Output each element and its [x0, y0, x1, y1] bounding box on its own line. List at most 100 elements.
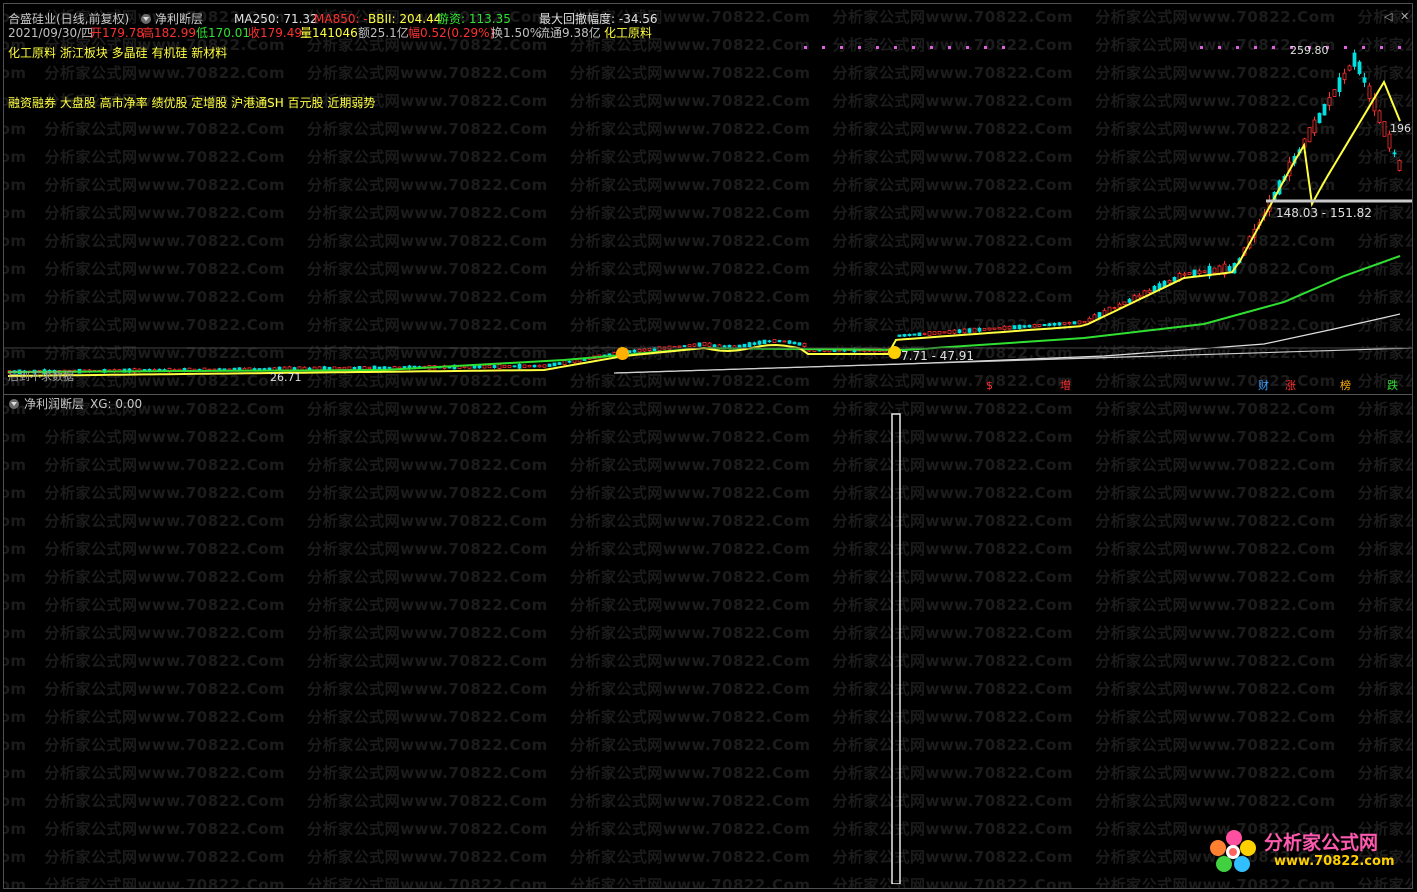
candle-body	[1047, 323, 1052, 326]
candle-body	[1337, 77, 1342, 93]
pane-divider[interactable]	[4, 394, 1412, 395]
candle-body	[932, 331, 937, 335]
candle-body	[1082, 320, 1087, 324]
smiley-marker-icon	[616, 347, 629, 360]
top-marker-dot	[1272, 46, 1275, 49]
candle-body	[997, 327, 1002, 330]
event-marker-zeng[interactable]: 增	[1060, 380, 1071, 392]
top-marker-dot	[1398, 46, 1401, 49]
event-marker-dollar[interactable]: $	[986, 380, 993, 392]
candle-body	[327, 366, 332, 370]
candle-body	[257, 368, 262, 371]
candle-body	[1002, 325, 1007, 331]
candle-body	[642, 348, 647, 352]
quote-turnover: 换1.50%	[491, 26, 542, 40]
quote-close: 收179.49	[248, 26, 302, 40]
candle-body	[1057, 322, 1062, 326]
top-marker-dot	[912, 46, 915, 49]
candle-body	[947, 330, 952, 334]
candle-body	[1117, 303, 1122, 308]
candle-body	[1167, 280, 1172, 284]
candle-body	[977, 327, 982, 332]
candle-body	[1197, 270, 1202, 275]
candle-body	[777, 339, 782, 343]
candle-body	[1122, 301, 1127, 306]
top-marker-dot	[804, 46, 807, 49]
event-marker-cai[interactable]: 财	[1258, 380, 1269, 392]
candle-body	[937, 331, 942, 335]
candle-body	[527, 365, 532, 368]
max-drawdown: 最大回撤幅度: -34.56	[539, 12, 658, 26]
top-marker-dot	[1200, 46, 1203, 49]
candle-body	[387, 366, 392, 369]
candle-body	[1017, 324, 1022, 329]
quote-float: 流通9.38亿	[538, 26, 601, 40]
candle-body	[737, 344, 742, 348]
candle-body	[1027, 324, 1032, 328]
candle-body	[562, 360, 567, 366]
candle-body	[762, 339, 767, 345]
bbii-value: BBII: 204.44	[368, 12, 442, 26]
close-icon[interactable]: ✕	[1400, 10, 1409, 23]
event-marker-zhang[interactable]: 涨	[1285, 380, 1296, 392]
top-marker-dot	[876, 46, 879, 49]
candle-body	[792, 341, 797, 345]
candle-body	[897, 334, 902, 337]
candle-body	[982, 328, 987, 331]
top-marker-dot	[1236, 46, 1239, 49]
candle-body	[1192, 269, 1197, 277]
candle-body	[687, 344, 692, 347]
quote-sector: 化工原料	[604, 26, 653, 40]
candle-body	[742, 343, 747, 348]
price-chart[interactable]	[4, 4, 1412, 394]
quote-volume: 量141046	[300, 26, 358, 40]
top-marker-dot	[1362, 46, 1365, 49]
candle-body	[1352, 52, 1357, 67]
candle-body	[637, 348, 642, 353]
youzi-value: 游资: 113.35	[437, 12, 511, 26]
candle-body	[682, 345, 687, 348]
event-marker-die[interactable]: 跌	[1387, 380, 1398, 392]
indicator-name[interactable]: 净利断层	[155, 12, 203, 26]
candle-body	[797, 342, 802, 346]
candle-body	[1032, 324, 1037, 328]
candle-body	[1007, 325, 1012, 330]
candle-body	[547, 363, 552, 367]
candle-body	[492, 365, 497, 369]
logo-url: www.70822.com	[1274, 854, 1395, 869]
candle-body	[487, 365, 492, 369]
candle-body	[1182, 273, 1187, 276]
candle-body	[1322, 103, 1327, 116]
quote-change: 幅0.52(0.29%)	[408, 26, 495, 40]
xg-signal-chart[interactable]	[4, 404, 1412, 884]
candle-body	[752, 342, 757, 345]
candle-body	[692, 343, 697, 347]
collapse-icon[interactable]: ◁	[1384, 10, 1392, 23]
candle-body	[992, 327, 997, 330]
candle-body	[522, 364, 527, 368]
indicator-dropdown-icon[interactable]	[141, 14, 151, 24]
chart-window: .com分析家公式网www.70822.Com分析家公式网www.70822.C…	[3, 3, 1413, 889]
event-marker-bang[interactable]: 榜	[1340, 380, 1351, 392]
candle-body	[352, 366, 357, 370]
top-marker-dot	[894, 46, 897, 49]
candle-body	[347, 366, 352, 370]
candle-body	[512, 365, 517, 368]
quote-date: 2021/09/30/四	[8, 26, 94, 40]
top-marker-dot	[1344, 46, 1347, 49]
candle-body	[497, 364, 502, 369]
candle-body	[1052, 323, 1057, 326]
candle-body	[942, 331, 947, 334]
candle-body	[252, 368, 257, 371]
candle-body	[1067, 322, 1072, 325]
candle-body	[557, 362, 562, 365]
site-logo: 分析家公式网 www.70822.com	[1208, 826, 1398, 874]
stock-title: 合盛硅业(日线,前复权)	[8, 12, 130, 26]
candle-body	[922, 332, 927, 335]
candle-body	[1172, 276, 1177, 282]
right-price-label: 196	[1390, 122, 1411, 135]
candle-body	[1137, 294, 1142, 298]
top-marker-dot	[858, 46, 861, 49]
candle-body	[1367, 85, 1372, 99]
xg-signal-bar	[891, 413, 901, 884]
